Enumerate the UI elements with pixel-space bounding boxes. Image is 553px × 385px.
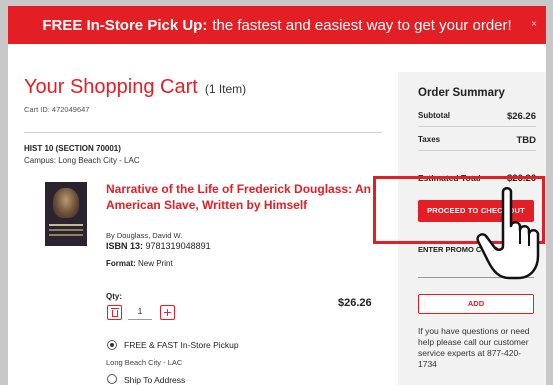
ship-radio[interactable] (107, 374, 117, 384)
qty-label: Qty: (106, 292, 122, 301)
book-title-link[interactable]: Narrative of the Life of Frederick Dougl… (106, 182, 388, 213)
book-cover-image[interactable] (45, 182, 87, 246)
format-value: New Print (138, 259, 173, 268)
isbn-label: ISBN 13: (106, 241, 144, 251)
format-label: Format: (106, 259, 136, 268)
taxes-row: Taxes TBD (418, 135, 536, 146)
portrait-illustration (53, 188, 79, 218)
trash-lid (111, 308, 119, 309)
trash-bin (112, 310, 118, 317)
subtotal-label: Subtotal (418, 111, 450, 120)
divider (24, 132, 382, 133)
close-icon[interactable]: × (531, 19, 537, 30)
add-promo-button[interactable]: ADD (418, 294, 534, 314)
plus-icon[interactable]: + (160, 305, 175, 320)
taxes-value: TBD (516, 135, 536, 146)
cart-title-text: Your Shopping Cart (24, 76, 198, 98)
banner-text: the fastest and easiest way to get your … (212, 16, 512, 34)
help-text: If you have questions or need help pleas… (418, 326, 530, 369)
cart-page: FREE In-Store Pick Up: the fastest and e… (8, 6, 546, 385)
quantity-input[interactable]: 1 (128, 306, 152, 320)
banner-bold-text: FREE In-Store Pick Up: (42, 16, 208, 34)
pickup-radio[interactable] (107, 340, 117, 350)
isbn-value: 9781319048891 (145, 241, 211, 251)
ship-option-label: Ship To Address (124, 375, 186, 385)
cart-id: Cart ID: 472049647 (24, 105, 90, 114)
promo-banner: FREE In-Store Pick Up: the fastest and e… (8, 6, 546, 44)
pickup-location: Long Beach City - LAC (106, 358, 183, 367)
book-isbn: ISBN 13: 9781319048891 (106, 241, 211, 251)
cover-text-lines (49, 224, 83, 226)
subtotal-value: $26.26 (506, 111, 536, 122)
summary-title: Order Summary (418, 87, 505, 99)
course-name: HIST 10 (SECTION 70001) (24, 144, 121, 153)
campus-name: Campus: Long Beach City - LAC (24, 156, 140, 165)
taxes-label: Taxes (418, 135, 441, 144)
pointing-hand-icon (476, 187, 540, 280)
page-title: Your Shopping Cart (1 Item) (24, 76, 246, 99)
book-format: Format: New Print (106, 259, 173, 268)
subtotal-row: Subtotal $26.26 (418, 111, 536, 122)
divider (418, 126, 536, 127)
item-price: $26.26 (338, 297, 372, 309)
item-count: (1 Item) (204, 82, 247, 96)
pickup-option-label: FREE & FAST In-Store Pickup (124, 340, 239, 350)
trash-icon[interactable] (107, 305, 122, 320)
book-author: By Douglass, David W. (106, 231, 183, 240)
divider (418, 150, 536, 151)
